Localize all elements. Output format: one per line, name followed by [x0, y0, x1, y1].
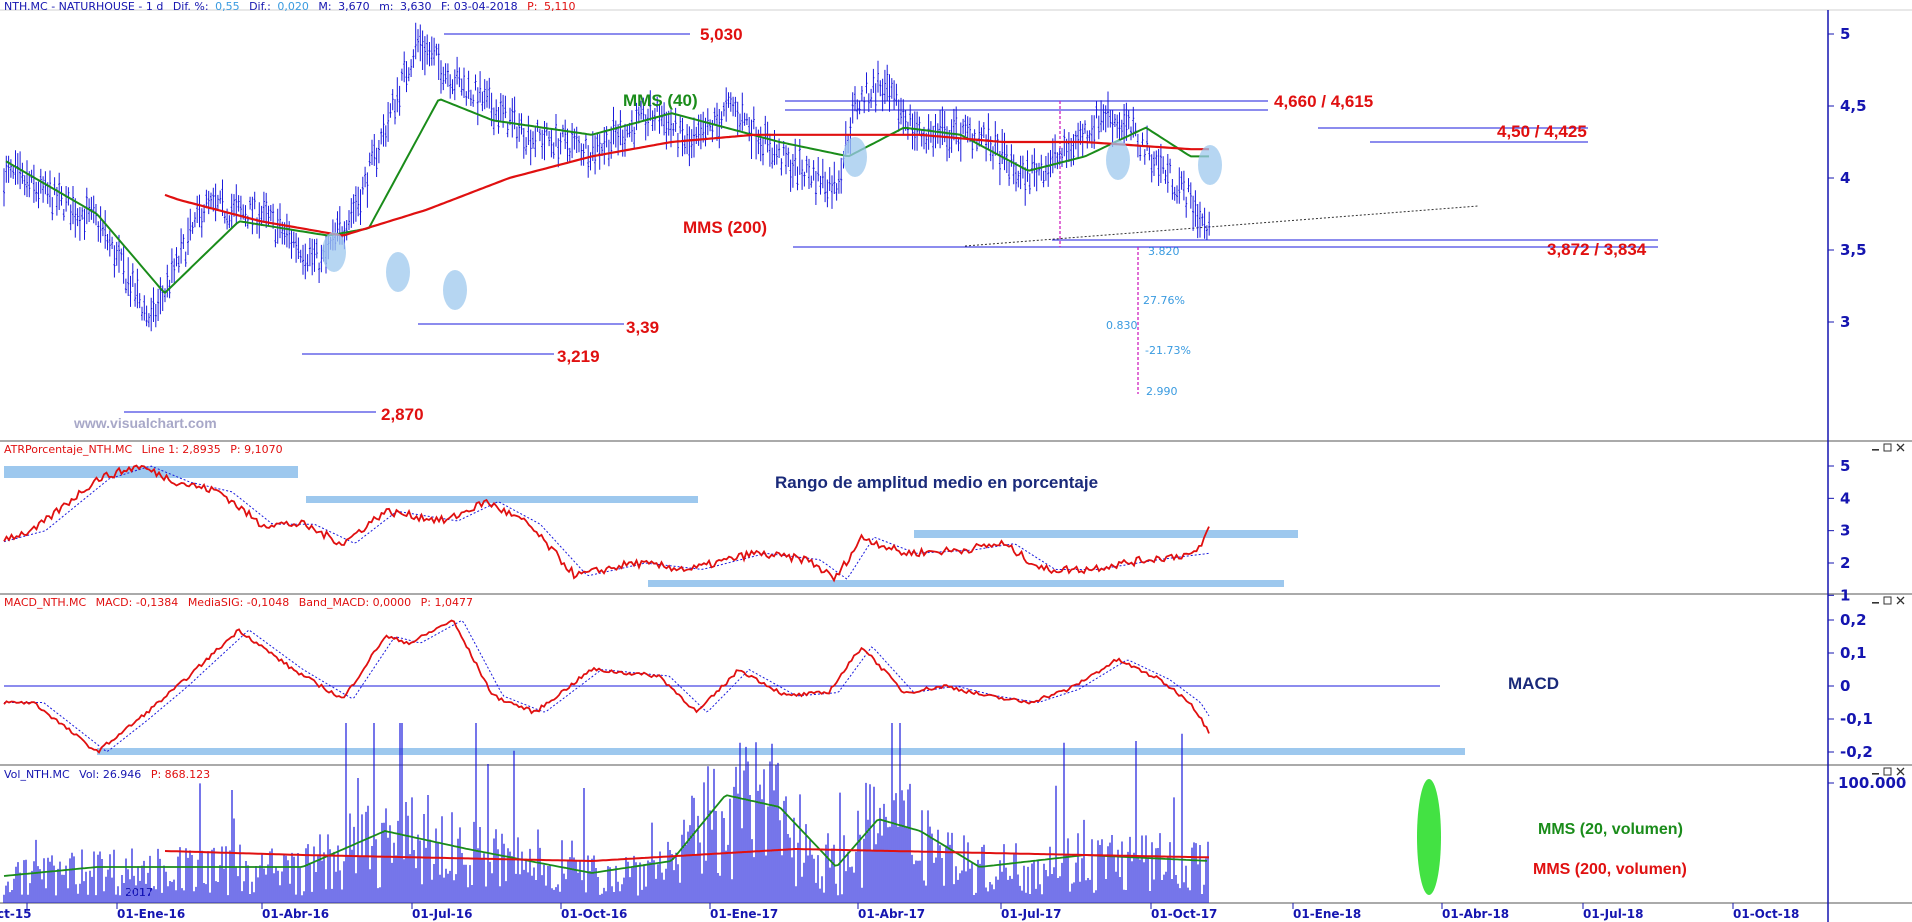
highlight-ellipse	[386, 252, 410, 292]
vol-header: Vol_NTH.MC Vol: 26.946 P: 868.123	[4, 768, 210, 781]
watermark: www.visualchart.com	[73, 415, 217, 431]
annotation-label: 3,39	[626, 318, 659, 337]
x-tick-label: 01-Abr-17	[858, 907, 925, 921]
highlight-ellipse	[1106, 140, 1130, 180]
macd-y-tick-label: -0,1	[1840, 710, 1873, 728]
x-tick-label: 01-Jul-16	[412, 907, 472, 921]
annotation-label: 5,030	[700, 25, 743, 44]
atr-y-tick-label: 1	[1840, 586, 1850, 604]
annotation-label: MMS (200)	[683, 218, 767, 237]
price-y-tick-label: 5	[1840, 25, 1850, 43]
highlight-ellipse	[843, 137, 867, 177]
vol-y-tick-label: 100.000	[1838, 774, 1906, 792]
x-tick-label: 01-Jul-18	[1583, 907, 1643, 921]
atr-highlight-bar	[306, 496, 698, 503]
x-tick-label: ct-15	[0, 907, 32, 921]
macd-y-tick-label: 0,1	[1840, 644, 1867, 662]
atr-y-tick-label: 4	[1840, 489, 1850, 507]
volume-highlight-ellipse	[1417, 779, 1441, 895]
macd-title: MACD	[1508, 674, 1559, 693]
fibo-pct-down: -21.73%	[1145, 344, 1191, 357]
x-tick-label: 01-Ene-16	[117, 907, 185, 921]
fibo-diff: 0.830	[1106, 319, 1138, 332]
x-tick-label: 01-Oct-17	[1151, 907, 1217, 921]
vol-mms200-label: MMS (200, volumen)	[1533, 861, 1687, 878]
macd-y-tick-label: 0,2	[1840, 611, 1867, 629]
annotation-label: MMS (40)	[623, 91, 698, 110]
x-tick-label: 01-Ene-18	[1293, 907, 1361, 921]
atr-y-tick-label: 3	[1840, 522, 1850, 540]
minimize-icon[interactable]	[1872, 773, 1879, 775]
x-tick-label: 01-Jul-17	[1001, 907, 1061, 921]
minimize-icon[interactable]	[1872, 449, 1879, 451]
annotation-label: 4,660 / 4,615	[1274, 92, 1373, 111]
price-y-tick-label: 4,5	[1840, 97, 1867, 115]
atr-highlight-bar	[914, 530, 1298, 538]
annotation-label: 4,50 / 4,425	[1497, 122, 1587, 141]
atr-y-tick-label: 5	[1840, 457, 1850, 475]
x-tick-label: 01-Oct-16	[561, 907, 627, 921]
highlight-ellipse	[1198, 145, 1222, 185]
fibo-bottom: 2.990	[1146, 385, 1178, 398]
highlight-ellipse	[443, 270, 467, 310]
x-tick-label: 01-Oct-18	[1733, 907, 1799, 921]
price-y-tick-label: 4	[1840, 169, 1850, 187]
x-tick-label: 01-Abr-18	[1442, 907, 1509, 921]
price-y-tick-label: 3,5	[1840, 241, 1867, 259]
macd-y-tick-label: -0,2	[1840, 743, 1873, 761]
price-header: NTH.MC - NATURHOUSE - 1 d Dif. %: 0,55 D…	[4, 0, 575, 13]
vol-mms20-label: MMS (20, volumen)	[1538, 821, 1683, 838]
macd-header: MACD_NTH.MC MACD: -0,1384 MediaSIG: -0,1…	[4, 596, 473, 609]
atr-title: Rango de amplitud medio en porcentaje	[775, 473, 1098, 492]
stock-chart: NTH.MC - NATURHOUSE - 1 d Dif. %: 0,55 D…	[0, 0, 1912, 922]
x-tick-label: 01-Ene-17	[710, 907, 778, 921]
macd-y-tick-label: 0	[1840, 677, 1850, 695]
annotation-label: 3,872 / 3,834	[1547, 240, 1647, 259]
fibo-top: 3.820	[1148, 245, 1180, 258]
annotation-label: 2,870	[381, 405, 424, 424]
atr-y-tick-label: 2	[1840, 554, 1850, 572]
atr-header: ATRPorcentaje_NTH.MC Line 1: 2,8935 P: 9…	[4, 443, 283, 456]
vol-year-label: 2017	[125, 886, 153, 899]
price-y-tick-label: 3	[1840, 313, 1850, 331]
minimize-icon[interactable]	[1872, 602, 1879, 604]
annotation-label: 3,219	[557, 347, 600, 366]
atr-highlight-bar	[648, 580, 1284, 587]
macd-highlight-bar	[97, 748, 1465, 755]
fibo-pct-up: 27.76%	[1143, 294, 1185, 307]
highlight-ellipse	[322, 232, 346, 272]
x-tick-label: 01-Abr-16	[262, 907, 329, 921]
